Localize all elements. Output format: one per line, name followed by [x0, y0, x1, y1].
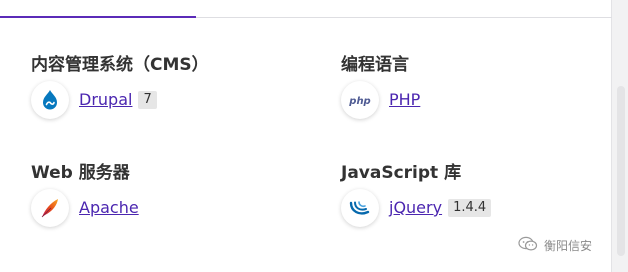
drupal-link[interactable]: Drupal	[79, 90, 132, 110]
apache-link[interactable]: Apache	[79, 198, 139, 218]
php-link[interactable]: PHP	[389, 90, 420, 110]
section-title-cms: 内容管理系统（CMS）	[31, 55, 209, 75]
section-title-web-servers: Web 服务器	[31, 163, 130, 183]
watermark-text: 衡阳信安	[544, 239, 593, 253]
section-title-programming-languages: 编程语言	[341, 55, 409, 75]
tech-item-jquery: jQuery 1.4.4	[341, 188, 492, 228]
section-title-javascript-libraries: JavaScript 库	[341, 163, 462, 183]
tech-item-drupal: Drupal 7	[31, 80, 157, 120]
scrollbar-thumb[interactable]	[617, 86, 625, 256]
php-icon: php	[341, 81, 379, 119]
tech-item-php: php PHP	[341, 80, 420, 120]
tech-item-apache: Apache	[31, 188, 139, 228]
jquery-version-badge: 1.4.4	[448, 199, 492, 217]
active-tab-indicator	[0, 16, 196, 18]
wechat-icon	[518, 236, 538, 255]
watermark: 衡阳信安	[518, 236, 592, 255]
technology-panel: 内容管理系统（CMS） Drupal 7 编程语言 php PHP Web 服务…	[0, 0, 612, 272]
scrollbar[interactable]	[612, 0, 628, 272]
drupal-version-badge: 7	[138, 91, 157, 109]
apache-feather-icon	[31, 189, 69, 227]
drupal-icon	[31, 81, 69, 119]
svg-text:php: php	[348, 96, 370, 107]
tab-bar	[0, 0, 612, 18]
jquery-icon	[341, 189, 379, 227]
jquery-link[interactable]: jQuery	[389, 198, 442, 218]
